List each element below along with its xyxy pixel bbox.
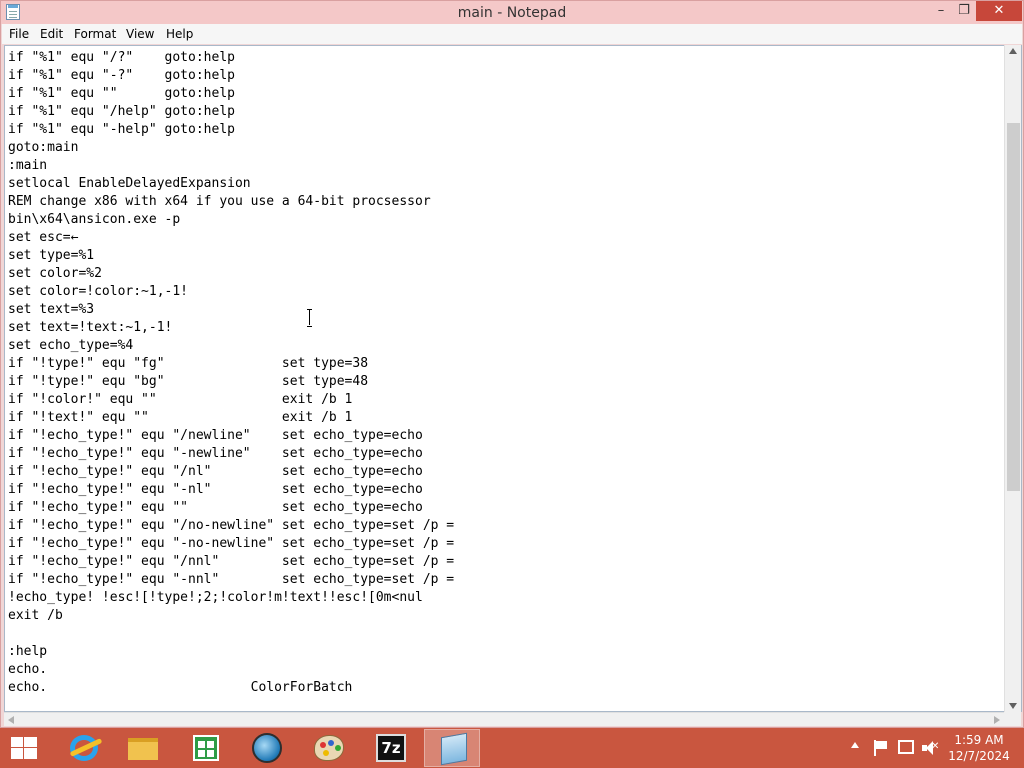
editor-line: if "%1" equ "-?" goto:help [8, 68, 235, 83]
globe-icon [252, 733, 282, 763]
scroll-down-icon[interactable] [1009, 703, 1017, 709]
editor-line: echo. [8, 662, 48, 677]
close-button[interactable]: ✕ [976, 1, 1022, 21]
scroll-left-icon[interactable] [8, 716, 14, 724]
editor-line: if "!text!" equ "" exit /b 1 [8, 410, 353, 425]
mute-icon: ✕ [931, 741, 940, 752]
ie-icon [70, 735, 98, 761]
taskbar-internet-explorer[interactable] [54, 729, 110, 767]
editor-line: if "!echo_type!" equ "-no-newline" set e… [8, 536, 455, 551]
scroll-right-icon[interactable] [994, 716, 1000, 724]
restore-button[interactable]: ❐ [951, 1, 977, 21]
horizontal-scrollbar[interactable] [4, 712, 1004, 726]
editor-line: if "!echo_type!" equ "" set echo_type=ec… [8, 500, 423, 515]
menu-help[interactable]: Help [166, 27, 193, 41]
7zip-icon: 7z [376, 734, 406, 762]
editor-text[interactable]: if "%1" equ "/?" goto:help if "%1" equ "-… [8, 49, 1006, 709]
text-editor[interactable]: if "%1" equ "/?" goto:help if "%1" equ "-… [4, 45, 1022, 712]
taskbar-store[interactable] [176, 729, 232, 767]
editor-line: if "!color!" equ "" exit /b 1 [8, 392, 353, 407]
editor-line: set echo_type=%4 [8, 338, 134, 353]
windows-logo-icon [11, 737, 37, 759]
editor-line: if "!echo_type!" equ "/nnl" set echo_typ… [8, 554, 455, 569]
editor-line: set text=!text:~1,-1! [8, 320, 173, 335]
network-icon[interactable] [898, 740, 914, 754]
taskbar-notepad[interactable] [424, 729, 480, 767]
editor-line: if "!echo_type!" equ "/newline" set echo… [8, 428, 423, 443]
notepad-icon [441, 732, 467, 766]
editor-line: REM change x86 with x64 if you use a 64-… [8, 194, 431, 209]
editor-line: exit /b [8, 608, 63, 623]
clock-time: 1:59 AM [954, 733, 1004, 747]
taskbar: 7z 1:59 AM 12/7/2024 [0, 728, 1024, 768]
notepad-window: main - Notepad – ❐ ✕ File Edit Format Vi… [0, 0, 1024, 728]
editor-line: if "!echo_type!" equ "/nl" set echo_type… [8, 464, 423, 479]
editor-line: set type=%1 [8, 248, 95, 263]
store-icon [193, 735, 219, 761]
window-title: main - Notepad [457, 5, 567, 21]
editor-line: if "%1" equ "/?" goto:help [8, 50, 235, 65]
scrollbar-corner [1004, 712, 1021, 726]
menu-bar: File Edit Format View Help [2, 24, 1022, 44]
editor-line: set color=!color:~1,-1! [8, 284, 189, 299]
editor-line: if "!type!" equ "fg" set type=38 [8, 356, 369, 371]
editor-line: set text=%3 [8, 302, 95, 317]
title-bar[interactable]: main - Notepad – ❐ ✕ [1, 1, 1023, 24]
vertical-scrollbar[interactable] [1004, 45, 1021, 712]
editor-line: setlocal EnableDelayedExpansion [8, 176, 251, 191]
menu-format[interactable]: Format [74, 27, 116, 41]
vertical-scroll-thumb[interactable] [1007, 123, 1020, 491]
editor-line: echo. ColorForBatch [8, 680, 353, 695]
editor-line: if "!echo_type!" equ "-newline" set echo… [8, 446, 423, 461]
clock-date: 12/7/2024 [948, 749, 1010, 763]
editor-line: if "!echo_type!" equ "/no-newline" set e… [8, 518, 455, 533]
menu-view[interactable]: View [126, 27, 154, 41]
editor-line: goto:main [8, 140, 79, 155]
editor-line: !echo_type! !esc![!type!;2;!color!m!text… [8, 590, 423, 605]
editor-line: if "!echo_type!" equ "-nnl" set echo_typ… [8, 572, 455, 587]
scroll-up-icon[interactable] [1009, 48, 1017, 54]
taskbar-7zip[interactable]: 7z [362, 729, 418, 767]
editor-line: set esc=← [8, 230, 79, 245]
paint-palette-icon [314, 735, 344, 761]
editor-line: if "%1" equ "" goto:help [8, 86, 235, 101]
editor-line: if "%1" equ "/help" goto:help [8, 104, 235, 119]
editor-line: :help [8, 644, 48, 659]
editor-line: set color=%2 [8, 266, 102, 281]
editor-line: bin\x64\ansicon.exe -p [8, 212, 181, 227]
editor-line: :main [8, 158, 48, 173]
menu-file[interactable]: File [9, 27, 29, 41]
editor-line: if "%1" equ "-help" goto:help [8, 122, 235, 137]
taskbar-file-explorer[interactable] [114, 729, 170, 767]
clock[interactable]: 1:59 AM 12/7/2024 [948, 732, 1010, 764]
show-hidden-icons-icon[interactable] [851, 742, 859, 748]
taskbar-globe-app[interactable] [238, 729, 294, 767]
menu-edit[interactable]: Edit [40, 27, 63, 41]
action-center-flag-icon[interactable] [874, 740, 888, 756]
text-cursor-icon [307, 309, 313, 327]
folder-icon [128, 738, 158, 760]
start-button[interactable] [0, 729, 56, 767]
editor-line: if "!echo_type!" equ "-nl" set echo_type… [8, 482, 423, 497]
editor-line: if "!type!" equ "bg" set type=48 [8, 374, 369, 389]
taskbar-paint[interactable] [300, 729, 356, 767]
